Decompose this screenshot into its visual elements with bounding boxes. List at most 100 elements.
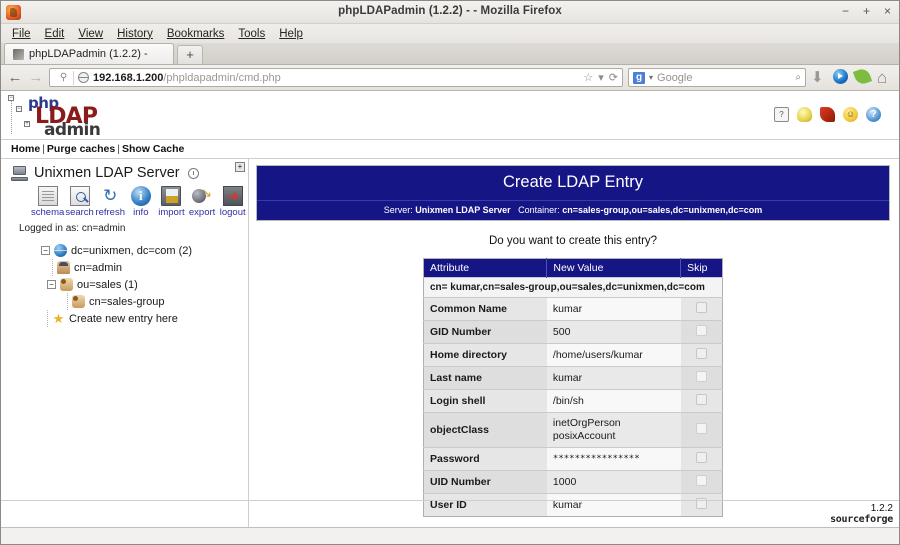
reload-icon[interactable]: ⟳: [609, 71, 618, 84]
menu-file[interactable]: File: [6, 27, 37, 41]
sidebar-toolbar: schema search ↻ refresh i info import ↘ …: [1, 181, 248, 218]
skip-checkbox[interactable]: [695, 452, 707, 464]
tree-node-ou-sales[interactable]: − ou=sales (1): [41, 276, 248, 293]
table-row: Login shell /bin/sh: [423, 389, 723, 413]
tree-expander-root[interactable]: −: [41, 246, 50, 255]
sidebar-tool-schema[interactable]: schema: [31, 186, 64, 218]
breadcrumb-home[interactable]: Home: [11, 143, 40, 155]
speech-bubble-icon[interactable]: ?: [774, 107, 789, 122]
table-row: User ID kumar: [423, 493, 723, 517]
skip-cell: [680, 447, 723, 471]
home-icon[interactable]: [877, 70, 893, 85]
server-name: Unixmen LDAP Server: [34, 165, 180, 181]
entry-dn: cn= kumar,cn=sales-group,ou=sales,dc=uni…: [423, 277, 723, 298]
breadcrumb: Home | Purge caches | Show Cache: [1, 139, 899, 159]
group-icon: [72, 295, 85, 308]
forward-button[interactable]: →: [28, 69, 44, 86]
skip-checkbox[interactable]: [695, 371, 707, 382]
menu-view-label: View: [78, 27, 104, 40]
tab-phpldapadmin[interactable]: phpLDAPadmin (1.2.2) -: [4, 43, 174, 64]
refresh-icon: ↻: [103, 186, 118, 205]
menu-view[interactable]: View: [72, 27, 109, 41]
sidebar-tool-schema-label: schema: [31, 207, 65, 218]
menu-bookmarks-label: Bookmarks: [166, 27, 225, 40]
bookmark-star-icon[interactable]: ☆: [583, 71, 593, 84]
status-bar: [1, 527, 899, 544]
search-magnifier-icon[interactable]: ⌕: [795, 72, 801, 83]
sidebar-tool-logout-label: logout: [219, 207, 246, 218]
globe-icon: [54, 244, 67, 257]
sidebar-tool-export[interactable]: ↘ export: [187, 186, 218, 218]
search-icon: [69, 186, 90, 206]
sidebar-tool-info[interactable]: i info: [126, 186, 157, 218]
tab-favicon: [13, 48, 24, 60]
help-icon[interactable]: ?: [866, 107, 881, 122]
search-engine-dropdown-icon[interactable]: ▾: [649, 73, 653, 82]
skip-checkbox[interactable]: [695, 325, 707, 336]
attribute-name: UID Number: [423, 470, 547, 494]
window-controls: − + ×: [840, 4, 893, 18]
banner-container-label: Container:: [518, 205, 560, 215]
table-row: Last name kumar: [423, 366, 723, 390]
menu-bookmarks[interactable]: Bookmarks: [161, 27, 231, 41]
attribute-value: ****************: [546, 447, 681, 471]
site-identity-icon[interactable]: ⚲: [54, 70, 74, 85]
tree-expander-ou-sales[interactable]: −: [47, 280, 56, 289]
table-row: Common Name kumar: [423, 297, 723, 321]
tree-node-create-new-entry[interactable]: ★ Create new entry here: [41, 310, 248, 327]
sidebar-tool-import[interactable]: import: [156, 186, 187, 218]
attribute-name: Home directory: [423, 343, 547, 367]
action-buttons: CommitCancel: [256, 517, 890, 527]
tree-node-cn-admin[interactable]: cn=admin: [41, 259, 248, 276]
attribute-name: Password: [423, 447, 547, 471]
skip-checkbox[interactable]: [695, 423, 707, 435]
menu-tools[interactable]: Tools: [232, 27, 271, 41]
ldap-tree: − dc=unixmen, dc=com (2) cn=admin − ou=s…: [1, 234, 248, 327]
skip-checkbox[interactable]: [695, 394, 707, 405]
attribute-name: User ID: [423, 493, 547, 517]
sidebar-tool-refresh[interactable]: ↻ refresh: [95, 186, 126, 218]
sidebar-tool-logout[interactable]: logout: [217, 186, 248, 218]
media-icon[interactable]: [833, 69, 850, 86]
menu-history[interactable]: History: [111, 27, 159, 41]
skip-checkbox[interactable]: [695, 302, 707, 313]
back-button[interactable]: ←: [7, 69, 23, 86]
minimize-button[interactable]: −: [840, 4, 851, 18]
skip-cell: [680, 470, 723, 494]
sidebar-tool-search[interactable]: search: [64, 186, 95, 218]
search-box[interactable]: g ▾ Google ⌕: [628, 68, 806, 87]
smiley-icon[interactable]: ☺: [843, 107, 858, 122]
skip-checkbox[interactable]: [695, 475, 707, 487]
breadcrumb-show-cache[interactable]: Show Cache: [122, 143, 184, 155]
import-icon: [161, 186, 182, 206]
tab-strip: phpLDAPadmin (1.2.2) - +: [1, 43, 899, 65]
search-input[interactable]: Google: [657, 72, 692, 84]
address-bar[interactable]: ⚲ 192.168.1.200/phpldapadmin/cmd.php ☆ ▾…: [49, 68, 623, 87]
skip-cell: [680, 320, 723, 344]
hot-icon[interactable]: [820, 107, 835, 122]
star-icon: ★: [52, 311, 65, 326]
table-row-dn: cn= kumar,cn=sales-group,ou=sales,dc=uni…: [423, 277, 723, 298]
download-icon[interactable]: [811, 69, 828, 86]
tree-guide: [67, 293, 68, 310]
tree-node-cn-sales-group[interactable]: cn=sales-group: [41, 293, 248, 310]
lightbulb-icon[interactable]: [797, 107, 812, 122]
banner-container-value: cn=sales-group,ou=sales,dc=unixmen,dc=co…: [562, 205, 763, 215]
menu-help[interactable]: Help: [273, 27, 309, 41]
chevron-down-icon[interactable]: ▾: [598, 71, 604, 84]
new-tab-button[interactable]: +: [177, 45, 203, 64]
skip-checkbox[interactable]: [695, 348, 707, 359]
user-icon: [57, 261, 70, 274]
phpldapadmin-logo: − − + php LDAP admin: [8, 94, 101, 140]
breadcrumb-purge-caches[interactable]: Purge caches: [47, 143, 115, 155]
banner-server-value: Unixmen LDAP Server: [415, 205, 511, 215]
maximize-button[interactable]: +: [861, 4, 872, 18]
skip-cell: [680, 297, 723, 321]
google-icon: g: [633, 71, 645, 84]
leaf-icon[interactable]: [852, 66, 873, 87]
info-icon: i: [130, 186, 151, 206]
menu-edit[interactable]: Edit: [39, 27, 71, 41]
close-button[interactable]: ×: [882, 4, 893, 18]
tree-node-root[interactable]: − dc=unixmen, dc=com (2): [41, 242, 248, 259]
sidebar-collapse-button[interactable]: +: [235, 162, 245, 172]
